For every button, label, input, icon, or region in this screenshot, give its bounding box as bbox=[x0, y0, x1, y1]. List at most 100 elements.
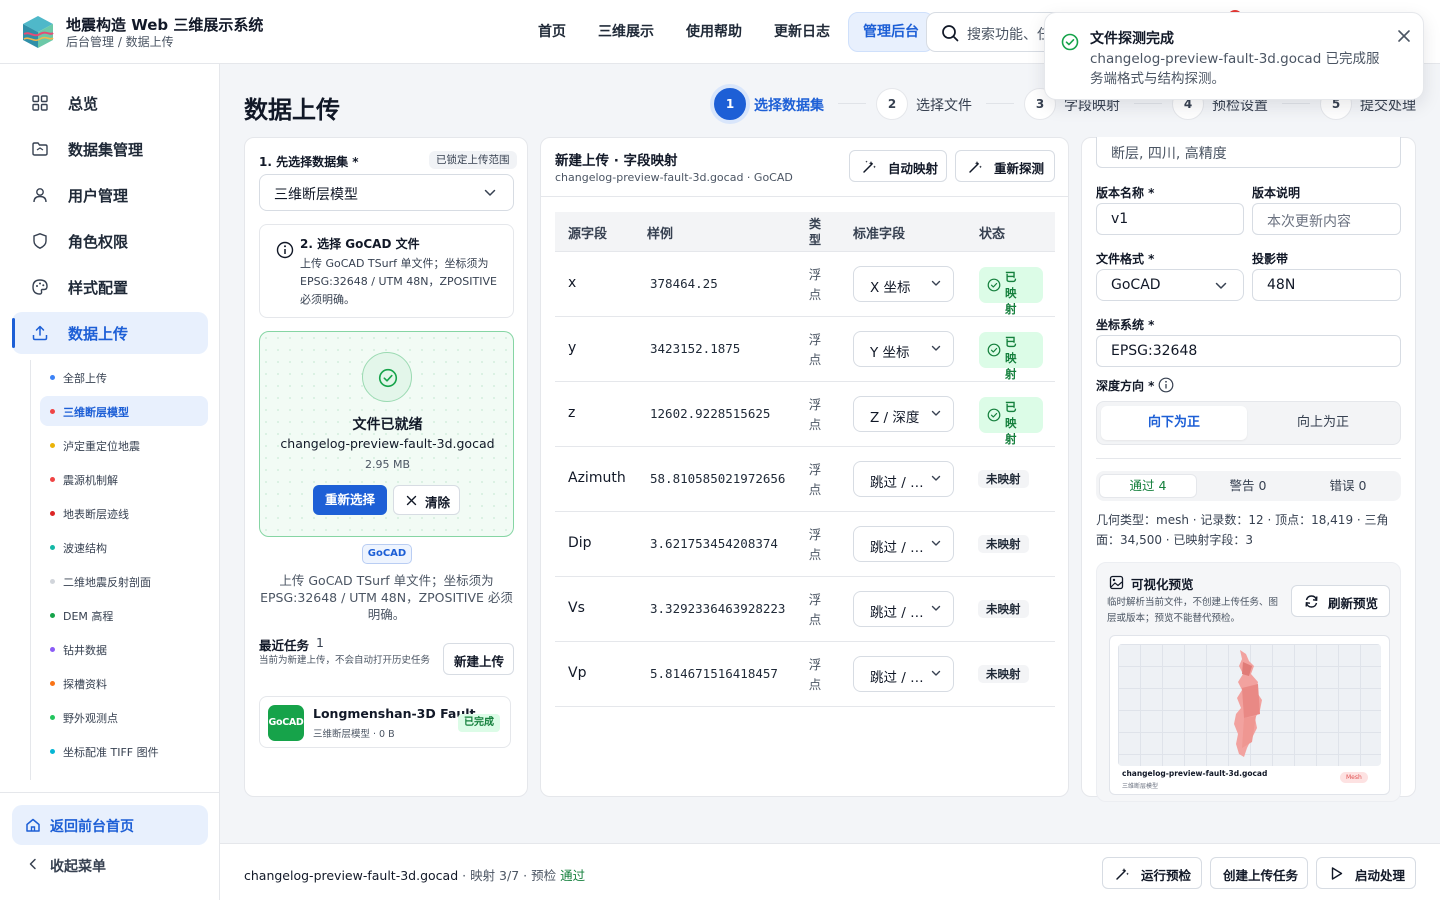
sidebar-item-users[interactable]: 用户管理 bbox=[12, 174, 208, 216]
depth-down-positive-option[interactable]: 向下为正 bbox=[1101, 406, 1247, 440]
source-field: Vp bbox=[568, 665, 587, 681]
dataset-file-panel: 1. 先选择数据集 * 已锁定上传范围 三维断层模型 2. 选择 GoCAD 文… bbox=[244, 137, 528, 797]
status-badge: 已映射 bbox=[979, 397, 1043, 446]
recent-task-item[interactable]: GoCAD Longmenshan-3D Fault 三维断层模型 · 0 B … bbox=[259, 696, 511, 748]
close-icon[interactable] bbox=[1397, 29, 1411, 43]
standard-field-select[interactable]: X 坐标 bbox=[853, 266, 954, 302]
category-color-dot bbox=[50, 443, 55, 448]
sidebar-subitem[interactable]: 探槽资料 bbox=[40, 668, 208, 698]
sidebar-item-overview[interactable]: 总览 bbox=[12, 82, 208, 124]
auto-map-button[interactable]: 自动映射 bbox=[849, 150, 947, 182]
standard-field-value: X 坐标 bbox=[870, 280, 911, 296]
source-field: Vs bbox=[568, 600, 585, 616]
sidebar-item-label: 数据上传 bbox=[68, 325, 129, 343]
back-to-home-button[interactable]: 返回前台首页 bbox=[12, 805, 208, 845]
step-connector bbox=[838, 103, 866, 104]
file-format-label: 文件格式 * bbox=[1096, 252, 1155, 266]
status-label: 已映射 bbox=[1005, 270, 1017, 316]
footer-status: changelog-preview-fault-3d.gocad · 映射 3/… bbox=[244, 868, 586, 883]
standard-field-select[interactable]: 跳过 / 不导入 bbox=[853, 526, 954, 562]
depth-up-positive-option[interactable]: 向上为正 bbox=[1250, 406, 1396, 440]
footer-precheck-label: 预检 bbox=[531, 868, 557, 883]
nav-3d-view[interactable]: 三维展示 bbox=[584, 12, 668, 52]
upload-hint: 上传 GoCAD TSurf 单文件；坐标须为 EPSG:32648 / UTM… bbox=[260, 573, 513, 622]
chevron-down-icon bbox=[931, 605, 941, 611]
nav-help[interactable]: 使用帮助 bbox=[672, 12, 756, 52]
sidebar-item-roles[interactable]: 角色权限 bbox=[12, 220, 208, 262]
category-color-dot bbox=[50, 409, 55, 414]
field-type: 浮点 bbox=[808, 657, 822, 692]
nav-home[interactable]: 首页 bbox=[524, 12, 580, 52]
info-icon bbox=[276, 241, 294, 259]
sidebar-subitem[interactable]: 震源机制解 bbox=[40, 464, 208, 494]
nav-changelog[interactable]: 更新日志 bbox=[760, 12, 844, 52]
sidebar-item-styles[interactable]: 样式配置 bbox=[12, 266, 208, 308]
reselect-file-button[interactable]: 重新选择 bbox=[313, 485, 388, 515]
start-processing-label: 启动处理 bbox=[1355, 868, 1406, 883]
dataset-select[interactable]: 三维断层模型 bbox=[259, 174, 514, 211]
version-name-label: 版本名称 * bbox=[1096, 186, 1155, 200]
standard-field-select[interactable]: Z / 深度 bbox=[853, 396, 954, 432]
tab-errors[interactable]: 错误 0 bbox=[1299, 474, 1397, 498]
sidebar-subitem[interactable]: 泸定重定位地震 bbox=[40, 430, 208, 460]
tab-pass[interactable]: 通过 4 bbox=[1099, 474, 1197, 498]
source-field: x bbox=[568, 275, 577, 291]
sidebar-subitem[interactable]: 野外观测点 bbox=[40, 702, 208, 732]
table-row: x 378464.25 浮点 X 坐标 已映射 bbox=[555, 252, 1055, 317]
sidebar-subitem[interactable]: 二维地震反射剖面 bbox=[40, 566, 208, 596]
collapse-menu-button[interactable]: 收起菜单 bbox=[12, 846, 208, 882]
sidebar-subitem[interactable]: 钻井数据 bbox=[40, 634, 208, 664]
sidebar-item-upload[interactable]: 数据上传 bbox=[12, 312, 208, 354]
run-precheck-button[interactable]: 运行预检 bbox=[1102, 857, 1202, 889]
nav-admin[interactable]: 管理后台 bbox=[848, 12, 934, 52]
breadcrumb: 后台管理 / 数据上传 bbox=[66, 35, 174, 49]
clear-file-button[interactable]: 清除 bbox=[393, 485, 460, 515]
sidebar-subitem[interactable]: 三维断层模型 bbox=[40, 396, 208, 426]
sidebar-item-datasets[interactable]: 数据集管理 bbox=[12, 128, 208, 170]
step-number: 2 bbox=[876, 88, 908, 120]
mapping-subtitle: changelog-preview-fault-3d.gocad · GoCAD bbox=[555, 171, 793, 184]
standard-field-select[interactable]: Y 坐标 bbox=[853, 331, 954, 367]
tab-warnings[interactable]: 警告 0 bbox=[1199, 474, 1297, 498]
toast-title: 文件探测完成 bbox=[1090, 31, 1174, 47]
footer-precheck-status: 通过 bbox=[560, 868, 586, 883]
shield-icon bbox=[33, 233, 47, 249]
category-color-dot bbox=[50, 681, 55, 686]
table-row: Vp 5.814671516418457 浮点 跳过 / 不导入 未映射 bbox=[555, 642, 1055, 707]
refresh-preview-button[interactable]: 刷新预览 bbox=[1291, 585, 1390, 617]
action-footer: changelog-preview-fault-3d.gocad · 映射 3/… bbox=[220, 843, 1440, 900]
redetect-button[interactable]: 重新探测 bbox=[955, 150, 1055, 182]
app-title: 地震构造 Web 三维展示系统 bbox=[66, 16, 264, 34]
file-dropzone[interactable]: 文件已就绪 changelog-preview-fault-3d.gocad 2… bbox=[259, 331, 514, 537]
depth-direction-toggle: 向下为正 向上为正 bbox=[1096, 401, 1401, 445]
projection-zone-input[interactable]: 48N bbox=[1252, 269, 1401, 301]
sidebar-subitem[interactable]: 全部上传 bbox=[40, 362, 208, 392]
page-title: 数据上传 bbox=[244, 96, 340, 124]
standard-field-select[interactable]: 跳过 / 不导入 bbox=[853, 591, 954, 627]
tags-input[interactable]: 断层, 四川, 高精度 bbox=[1096, 137, 1401, 168]
crs-input[interactable]: EPSG:32648 bbox=[1096, 335, 1401, 367]
category-color-dot bbox=[50, 749, 55, 754]
sidebar-subitem[interactable]: DEM 高程 bbox=[40, 600, 208, 630]
create-upload-task-button[interactable]: 创建上传任务 bbox=[1210, 857, 1308, 889]
category-color-dot bbox=[50, 375, 55, 380]
dashboard-icon bbox=[32, 95, 48, 111]
sidebar-subitem[interactable]: 坐标配准 TIFF 图件 bbox=[40, 736, 208, 766]
sidebar-subitem[interactable]: 地表断层迹线 bbox=[40, 498, 208, 528]
version-name-input[interactable]: v1 bbox=[1096, 203, 1244, 235]
version-desc-label: 版本说明 bbox=[1252, 186, 1301, 200]
task-name: Longmenshan-3D Fault bbox=[313, 706, 476, 721]
info-icon[interactable] bbox=[1158, 377, 1174, 393]
file-ready-badge bbox=[362, 352, 412, 402]
table-row: y 3423152.1875 浮点 Y 坐标 已映射 bbox=[555, 317, 1055, 382]
standard-field-select[interactable]: 跳过 / 不导入 bbox=[853, 656, 954, 692]
geometry-type-badge: Mesh bbox=[1340, 772, 1368, 783]
new-upload-button[interactable]: 新建上传 bbox=[443, 643, 514, 675]
sidebar-subitem[interactable]: 波速结构 bbox=[40, 532, 208, 562]
field-type: 浮点 bbox=[808, 462, 822, 497]
standard-field-select[interactable]: 跳过 / 不导入 bbox=[853, 461, 954, 497]
file-format-select[interactable]: GoCAD bbox=[1096, 269, 1244, 301]
start-processing-button[interactable]: 启动处理 bbox=[1316, 857, 1416, 889]
auto-map-label: 自动映射 bbox=[888, 161, 939, 176]
version-desc-input[interactable]: 本次更新内容 bbox=[1252, 203, 1401, 235]
